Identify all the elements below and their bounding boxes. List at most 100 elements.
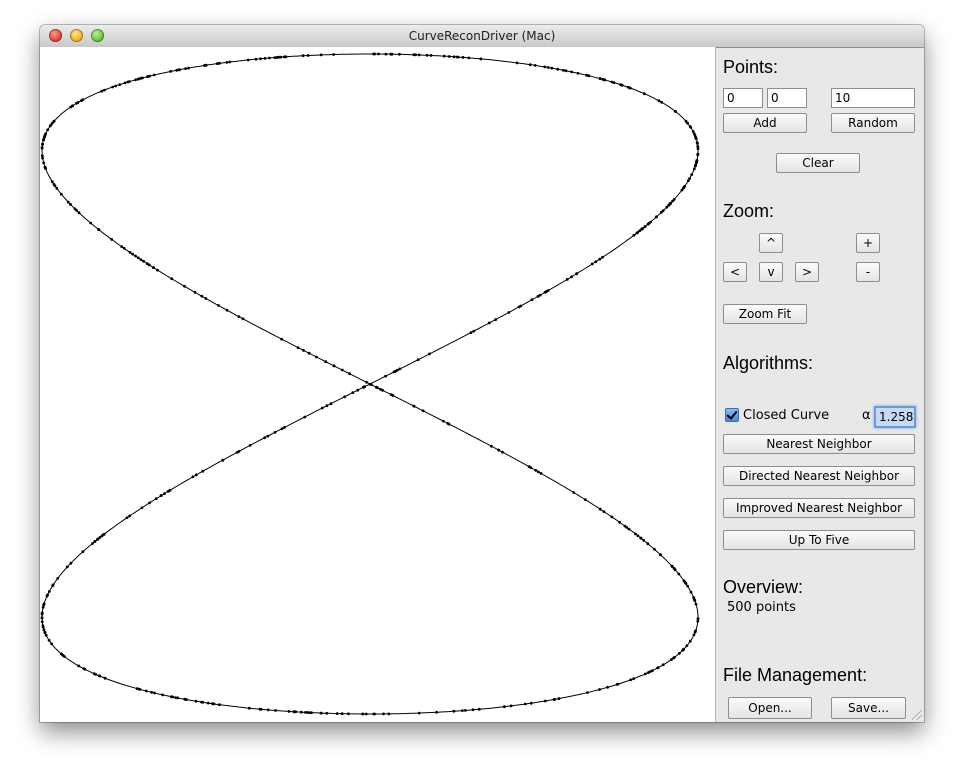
- curve-point: [642, 92, 646, 96]
- curve-point: [332, 364, 336, 368]
- curve-point: [416, 358, 420, 361]
- point-x-input[interactable]: [723, 88, 763, 108]
- curve-point: [634, 532, 637, 536]
- curve-point: [340, 712, 344, 716]
- curve-point: [329, 402, 333, 406]
- save-file-button[interactable]: Save...: [831, 697, 906, 719]
- curve-point: [46, 128, 50, 132]
- curve-point: [565, 278, 569, 281]
- curve-point: [131, 252, 134, 256]
- curve-point: [204, 297, 208, 300]
- curve-point: [469, 331, 473, 334]
- curve-point: [642, 539, 646, 542]
- curve-point: [136, 687, 140, 691]
- curve-point: [75, 209, 78, 212]
- clear-button[interactable]: Clear: [776, 153, 860, 173]
- curve-point: [184, 67, 188, 70]
- curve-point: [128, 514, 132, 518]
- curve-point: [134, 254, 137, 258]
- pan-up-button[interactable]: ^: [759, 233, 783, 253]
- curve-point: [283, 426, 286, 429]
- title-bar[interactable]: CurveReconDriver (Mac): [40, 25, 924, 48]
- curve-point: [96, 538, 99, 541]
- curve-point: [570, 70, 574, 74]
- curve-point: [461, 709, 464, 712]
- curve-point: [177, 68, 180, 72]
- curve-point: [204, 63, 208, 67]
- pan-left-button[interactable]: <: [723, 262, 747, 282]
- pan-right-button[interactable]: >: [795, 262, 819, 282]
- zoom-out-button[interactable]: -: [856, 262, 880, 282]
- drawing-canvas[interactable]: [40, 47, 716, 722]
- curve-point: [111, 85, 114, 89]
- point-y-input[interactable]: [767, 88, 807, 108]
- curve-point: [446, 422, 450, 425]
- curve-point: [515, 61, 519, 65]
- overview-summary: 500 points: [727, 600, 796, 615]
- zoom-in-button[interactable]: +: [856, 233, 880, 253]
- nearest-neighbor-button[interactable]: Nearest Neighbor: [723, 434, 915, 454]
- curve-point: [606, 685, 609, 689]
- alpha-input[interactable]: [874, 406, 916, 428]
- curve-point: [42, 628, 46, 632]
- curve-point: [320, 711, 323, 715]
- curve-point: [452, 55, 456, 59]
- curve-point: [477, 707, 481, 711]
- curve-point: [163, 492, 166, 495]
- curve-point: [340, 368, 344, 372]
- curve-point: [632, 233, 636, 237]
- curve-point: [442, 54, 446, 58]
- curve-point: [94, 673, 98, 676]
- curve-point: [688, 177, 691, 180]
- curve-point: [114, 84, 117, 88]
- curve-point: [602, 510, 606, 513]
- curve-point: [528, 63, 532, 67]
- curve-point: [194, 473, 198, 477]
- improved-nearest-neighbor-button[interactable]: Improved Nearest Neighbor: [723, 498, 915, 518]
- curve-point: [59, 652, 63, 656]
- curve-point: [217, 304, 220, 307]
- curve-point: [40, 620, 44, 624]
- curve-point: [191, 475, 195, 479]
- curve-point: [632, 677, 636, 681]
- curve-point: [302, 349, 305, 352]
- closed-curve-checkbox[interactable]: [725, 408, 739, 422]
- curve-point: [639, 536, 643, 540]
- curve-point: [646, 222, 650, 226]
- curve-point: [46, 593, 49, 597]
- curve-point: [594, 260, 598, 264]
- curve-point: [44, 633, 48, 637]
- curve-point: [659, 553, 662, 557]
- zoom-fit-button[interactable]: Zoom Fit: [723, 304, 807, 324]
- resize-grip[interactable]: [912, 710, 922, 720]
- curve-point: [300, 710, 303, 714]
- directed-nearest-neighbor-button[interactable]: Directed Nearest Neighbor: [723, 466, 915, 486]
- curve-point: [362, 385, 365, 389]
- curve-point: [134, 78, 137, 82]
- curve-point: [610, 515, 614, 519]
- curve-point: [81, 98, 85, 102]
- up-to-five-button[interactable]: Up To Five: [723, 530, 915, 550]
- curve-point: [65, 565, 69, 569]
- curve-point: [519, 304, 523, 308]
- curve-point: [696, 152, 700, 156]
- open-file-button[interactable]: Open...: [728, 697, 812, 719]
- curve-point: [384, 374, 387, 378]
- curve-point: [688, 125, 692, 128]
- curve-point: [268, 56, 271, 60]
- curve-point: [40, 616, 44, 620]
- pan-down-button[interactable]: v: [759, 262, 783, 282]
- add-point-button[interactable]: Add: [723, 113, 807, 133]
- curve-point: [225, 308, 229, 312]
- curve-point: [324, 360, 328, 364]
- curve-point: [503, 705, 506, 709]
- curve-point: [273, 430, 277, 434]
- curve-point: [672, 198, 676, 201]
- curve-point: [696, 142, 699, 145]
- curve-point: [69, 203, 72, 206]
- curve-point: [627, 527, 631, 531]
- random-points-button[interactable]: Random: [831, 113, 915, 133]
- curve-point: [218, 61, 222, 65]
- random-count-input[interactable]: [831, 88, 915, 108]
- curve-point: [527, 465, 531, 468]
